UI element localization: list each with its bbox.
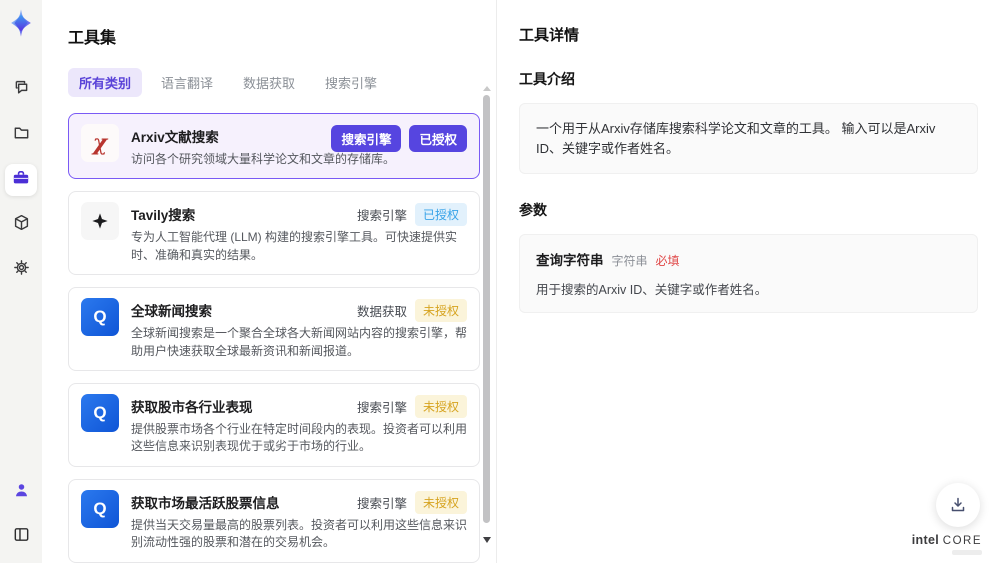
crystal-diamond-logo [6, 8, 36, 38]
download-icon [951, 497, 965, 512]
news-app-icon: Q [81, 393, 119, 432]
tool-card-description: 提供股票市场各个行业在特定时间段内的表现。投资者可以利用这些信息来识别表现优于或… [131, 421, 468, 454]
intro-section-title: 工具介绍 [519, 71, 575, 87]
tab-category[interactable]: 搜索引擎 [314, 68, 388, 97]
tab-category[interactable]: 数据获取 [232, 68, 306, 97]
category-badge: 搜索引擎 [356, 496, 407, 511]
folder-icon [12, 123, 31, 147]
category-badge: 数据获取 [356, 305, 407, 320]
tool-card-description: 提供当天交易量最高的股票列表。投资者可以利用这些信息来识别流动性强的股票和潜在的… [131, 517, 468, 550]
sidebar-item-gear[interactable] [5, 254, 37, 286]
user-avatar-icon [12, 481, 31, 505]
auth-status-badge: 未授权 [414, 394, 467, 418]
icon-sidebar [0, 0, 42, 563]
sidebar-item-cube[interactable] [5, 209, 37, 241]
chat-icon [12, 78, 31, 102]
param-required-flag: 必填 [655, 254, 680, 268]
category-badge: 搜索引擎 [331, 125, 402, 152]
cube-icon [12, 213, 31, 237]
auth-status-badge: 未授权 [414, 490, 467, 514]
tool-card[interactable]: Tavily搜索 专为人工智能代理 (LLM) 构建的搜索引擎工具。可快速提供实时… [68, 191, 480, 276]
scroll-down-arrow-icon[interactable] [483, 537, 491, 543]
params-section-title: 参数 [519, 202, 547, 218]
panel-toggle-icon [12, 525, 31, 549]
category-badge: 搜索引擎 [356, 209, 407, 224]
tool-card[interactable]: Q 获取市场最活跃股票信息 提供当天交易量最高的股票列表。投资者可以利用这些信息来识… [68, 478, 480, 563]
sidebar-nav [5, 74, 37, 286]
param-description: 用于搜索的Arxiv ID、关键字或作者姓名。 [536, 283, 768, 297]
tool-card-description: 专为人工智能代理 (LLM) 构建的搜索引擎工具。可快速提供实时、准确和真实的结… [131, 230, 458, 262]
param-name: 查询字符串 [536, 253, 604, 268]
tool-detail-panel: 工具详情 工具介绍 一个用于从Arxiv存储库搜索科学论文和文章的工具。 输入可… [497, 0, 1000, 563]
sidebar-item-briefcase[interactable] [5, 164, 37, 196]
category-badge: 搜索引擎 [356, 400, 407, 415]
auth-status-badge: 未授权 [414, 299, 467, 323]
tab-category[interactable]: 语言翻译 [150, 68, 224, 97]
tool-card-description: 全球新闻搜索是一个聚合全球各大新闻网站内容的搜索引擎，帮助用户快速获取全球最新资… [131, 326, 468, 358]
sidebar-item-folder[interactable] [5, 119, 37, 151]
tab-active[interactable]: 所有类别 [68, 68, 143, 97]
tool-card-description: 访问各个研究领域大量科学论文和文章的存储库。 [131, 152, 396, 166]
detail-title: 工具详情 [519, 27, 580, 44]
news-app-icon: Q [81, 489, 119, 528]
tool-intro-text: 一个用于从Arxiv存储库搜索科学论文和文章的工具。 输入可以是Arxiv ID… [519, 103, 978, 174]
brand-intel-text: intel [911, 533, 939, 547]
list-scrollbar[interactable] [482, 86, 491, 557]
sidebar-item-chat[interactable] [5, 74, 37, 106]
sidebar-item-panel-toggle[interactable] [5, 521, 37, 553]
auth-status-badge: 已授权 [414, 203, 467, 227]
arxiv-logo-icon: χ [81, 124, 119, 162]
sidebar-item-user-avatar[interactable] [5, 477, 37, 509]
brand-core-text: CORE [942, 535, 982, 547]
briefcase-icon [11, 168, 31, 193]
page-title: 工具集 [68, 30, 117, 47]
tavily-star-icon [81, 202, 119, 241]
news-app-icon: Q [81, 298, 119, 337]
intel-core-logo: intel CORE [912, 533, 982, 555]
category-tabs: 所有类别 语言翻译 数据获取 搜索引擎 [68, 68, 496, 97]
download-button[interactable] [936, 483, 980, 527]
tool-list-panel: 工具集 所有类别 语言翻译 数据获取 搜索引擎 χ Arxiv文献搜索 访问各个研究领域大… [42, 0, 497, 563]
param-card: 查询字符串 字符串 必填 用于搜索的Arxiv ID、关键字或作者姓名。 [519, 234, 978, 313]
brand-subtext-bar [952, 550, 982, 555]
scroll-up-arrow-icon[interactable] [483, 86, 491, 91]
gear-icon [12, 258, 31, 282]
tool-card[interactable]: Q 获取股市各行业表现 提供股票市场各个行业在特定时间段内的表现。投资者可以利用这些… [68, 382, 480, 467]
sidebar-bottom [5, 477, 37, 553]
tool-card[interactable]: Q 全球新闻搜索 全球新闻搜索是一个聚合全球各大新闻网站内容的搜索引擎，帮助用户快速… [68, 287, 480, 371]
auth-status-badge: 已授权 [409, 125, 467, 152]
param-type: 字符串 [611, 254, 648, 268]
scrollbar-thumb[interactable] [483, 95, 490, 523]
tool-card[interactable]: χ Arxiv文献搜索 访问各个研究领域大量科学论文和文章的存储库。 搜索引擎 已授权 [68, 113, 480, 180]
tool-card-list: χ Arxiv文献搜索 访问各个研究领域大量科学论文和文章的存储库。 搜索引擎 已授权 T… [68, 113, 480, 563]
